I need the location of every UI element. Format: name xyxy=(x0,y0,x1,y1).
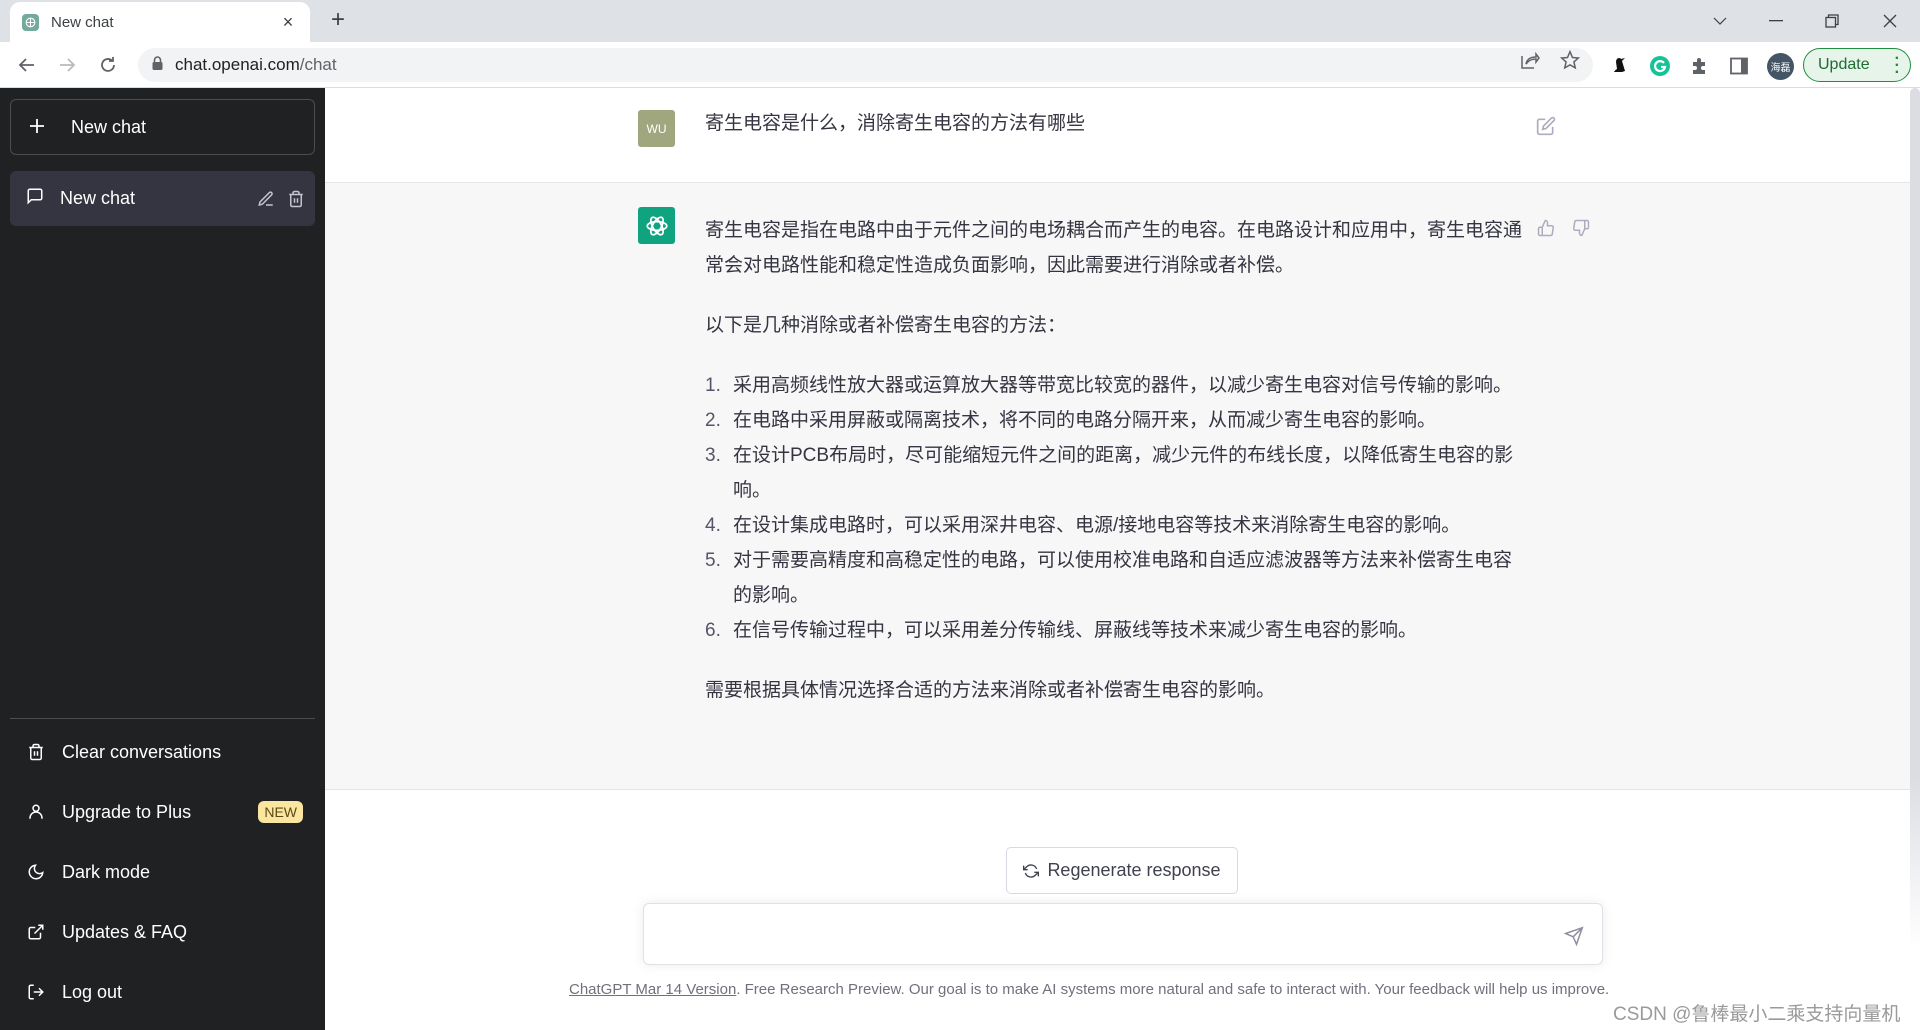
assistant-lead: 以下是几种消除或者补偿寄生电容的方法： xyxy=(705,315,1067,336)
message-input[interactable] xyxy=(660,922,1540,948)
sidebar-item-label: Dark mode xyxy=(62,861,151,882)
grammarly-icon[interactable] xyxy=(1648,54,1672,78)
sidebar-item-label: Log out xyxy=(62,981,123,1002)
list-text: 在信号传输过程中，可以采用差分传输线、屏蔽线等技术来减少寄生电容的影响。 xyxy=(733,620,1418,641)
version-link[interactable]: ChatGPT Mar 14 Version xyxy=(569,981,736,998)
plus-icon xyxy=(29,117,49,137)
profile-avatar[interactable]: 海磊 xyxy=(1767,53,1794,80)
list-item: 6. 在信号传输过程中，可以采用差分传输线、屏蔽线等技术来减少寄生电容的影响。 xyxy=(705,613,1525,648)
message-input-box xyxy=(643,903,1603,965)
footer-disclaimer: ChatGPT Mar 14 Version. Free Research Pr… xyxy=(569,981,1669,998)
bird-extension-icon[interactable] xyxy=(1608,54,1632,78)
chat-main: WU 寄生电容是什么，消除寄生电容的方法有哪些 寄生电容是指在电路中由于元件之间… xyxy=(325,88,1920,1030)
list-text: 采用高频线性放大器或运算放大器等带宽比较宽的器件，以减少寄生电容对信号传输的影响… xyxy=(733,375,1513,396)
url-text: chat.openai.com/chat xyxy=(175,55,337,75)
list-number: 5. xyxy=(705,550,721,571)
user-avatar: WU xyxy=(638,110,675,147)
edit-pencil-icon[interactable] xyxy=(255,188,277,210)
list-number: 3. xyxy=(705,445,721,466)
list-text: 在设计PCB布局时，尽可能缩短元件之间的距离，减少元件的布线长度，以降低寄生电容… xyxy=(733,445,1514,501)
url-path: /chat xyxy=(299,55,337,74)
conversation-title: New chat xyxy=(60,188,136,208)
sidebar-item-updates-faq[interactable]: Updates & FAQ xyxy=(10,908,315,956)
chat-bubble-icon xyxy=(26,187,44,210)
minimize-icon[interactable] xyxy=(1756,6,1796,36)
restore-icon[interactable] xyxy=(1812,6,1852,36)
sidebar-item-log-out[interactable]: Log out xyxy=(10,968,315,1016)
browser-tab[interactable]: New chat × xyxy=(10,2,310,42)
assistant-message: 寄生电容是指在电路中由于元件之间的电场耦合而产生的电容。在电路设计和应用中，寄生… xyxy=(705,213,1525,733)
external-link-icon xyxy=(26,922,46,942)
sidebar-item-label: Updates & FAQ xyxy=(62,921,188,942)
trash-icon xyxy=(26,742,46,762)
back-icon[interactable] xyxy=(12,50,42,80)
sidebar-item-upgrade-to-plus[interactable]: Upgrade to Plus NEW xyxy=(10,788,315,836)
sidebar: New chat New chat Clear conversations Up… xyxy=(0,88,325,1030)
thumbs-down-icon[interactable] xyxy=(1570,217,1592,239)
tab-search-icon[interactable] xyxy=(1700,6,1740,36)
chatgpt-logo-icon xyxy=(638,207,675,244)
moon-icon xyxy=(26,862,46,882)
side-panel-icon[interactable] xyxy=(1727,54,1751,78)
list-item: 3. 在设计PCB布局时，尽可能缩短元件之间的距离，减少元件的布线长度，以降低寄生… xyxy=(705,438,1525,508)
sidebar-item-clear-conversations[interactable]: Clear conversations xyxy=(10,728,315,776)
browser-toolbar: chat.openai.com/chat 海磊 Update · · · xyxy=(0,42,1920,88)
new-badge: NEW xyxy=(258,801,303,823)
list-text: 在电路中采用屏蔽或隔离技术，将不同的电路分隔开来，从而减少寄生电容的影响。 xyxy=(733,410,1437,431)
reload-icon[interactable] xyxy=(93,50,123,80)
bookmark-star-icon[interactable] xyxy=(1560,50,1580,70)
sidebar-divider xyxy=(10,718,315,719)
forward-icon[interactable] xyxy=(52,50,82,80)
new-chat-label: New chat xyxy=(71,116,147,137)
sidebar-item-dark-mode[interactable]: Dark mode xyxy=(10,848,315,896)
sidebar-item-label: Clear conversations xyxy=(62,741,222,762)
regenerate-label: Regenerate response xyxy=(1047,860,1221,880)
csdn-watermark: CSDN @鲁棒最小二乘支持向量机 xyxy=(1613,1004,1901,1025)
user-message-row: WU 寄生电容是什么，消除寄生电容的方法有哪些 xyxy=(325,88,1910,183)
list-item: 5. 对于需要高精度和高稳定性的电路，可以使用校准电路和自适应滤波器等方法来补偿寄… xyxy=(705,543,1525,613)
browser-tab-bar: New chat × + xyxy=(0,0,1920,42)
list-number: 6. xyxy=(705,620,721,641)
lock-icon xyxy=(152,55,163,75)
openai-favicon-icon xyxy=(22,13,39,31)
tab-close-icon[interactable]: × xyxy=(278,12,298,33)
list-item: 1. 采用高频线性放大器或运算放大器等带宽比较宽的器件，以减少寄生电容对信号传输的… xyxy=(705,368,1525,403)
list-number: 4. xyxy=(705,515,721,536)
list-item: 2. 在电路中采用屏蔽或隔离技术，将不同的电路分隔开来，从而减少寄生电容的影响。 xyxy=(705,403,1525,438)
new-chat-button[interactable]: New chat xyxy=(10,99,315,155)
list-text: 对于需要高精度和高稳定性的电路，可以使用校准电路和自适应滤波器等方法来补偿寄生电… xyxy=(733,550,1513,606)
url-domain: chat.openai.com xyxy=(175,55,300,74)
send-icon[interactable] xyxy=(1562,924,1586,948)
update-label: Update xyxy=(1818,56,1870,73)
address-bar[interactable]: chat.openai.com/chat xyxy=(138,48,1593,82)
conversation-item[interactable]: New chat xyxy=(10,171,315,226)
thumbs-up-icon[interactable] xyxy=(1535,217,1557,239)
method-list: 1. 采用高频线性放大器或运算放大器等带宽比较宽的器件，以减少寄生电容对信号传输的… xyxy=(705,368,1525,648)
user-message: 寄生电容是什么，消除寄生电容的方法有哪些 xyxy=(705,113,1086,134)
logout-icon xyxy=(26,982,46,1002)
tab-title: New chat xyxy=(51,13,114,31)
menu-kebab-icon[interactable]: · · · xyxy=(1895,51,1900,81)
update-button[interactable]: Update · · · xyxy=(1803,48,1911,82)
regenerate-response-button[interactable]: Regenerate response xyxy=(1006,847,1238,894)
assistant-conclusion: 需要根据具体情况选择合适的方法来消除或者补偿寄生电容的影响。 xyxy=(705,680,1276,701)
list-item: 4. 在设计集成电路时，可以采用深井电容、电源/接地电容等技术来消除寄生电容的影响… xyxy=(705,508,1525,543)
delete-trash-icon[interactable] xyxy=(285,188,307,210)
sidebar-item-label: Upgrade to Plus xyxy=(62,801,192,822)
close-window-icon[interactable] xyxy=(1870,6,1910,36)
edit-message-icon[interactable] xyxy=(1535,115,1557,137)
user-icon xyxy=(26,802,46,822)
footer-text: . Free Research Preview. Our goal is to … xyxy=(736,981,1610,998)
extensions-puzzle-icon[interactable] xyxy=(1688,54,1712,78)
new-tab-button[interactable]: + xyxy=(325,8,351,34)
assistant-intro: 寄生电容是指在电路中由于元件之间的电场耦合而产生的电容。在电路设计和应用中，寄生… xyxy=(705,220,1523,276)
list-number: 2. xyxy=(705,410,721,431)
list-number: 1. xyxy=(705,375,721,396)
scrollbar[interactable] xyxy=(1910,88,1920,948)
refresh-icon xyxy=(1023,863,1040,879)
list-text: 在设计集成电路时，可以采用深井电容、电源/接地电容等技术来消除寄生电容的影响。 xyxy=(733,515,1461,536)
share-icon[interactable] xyxy=(1520,50,1540,70)
